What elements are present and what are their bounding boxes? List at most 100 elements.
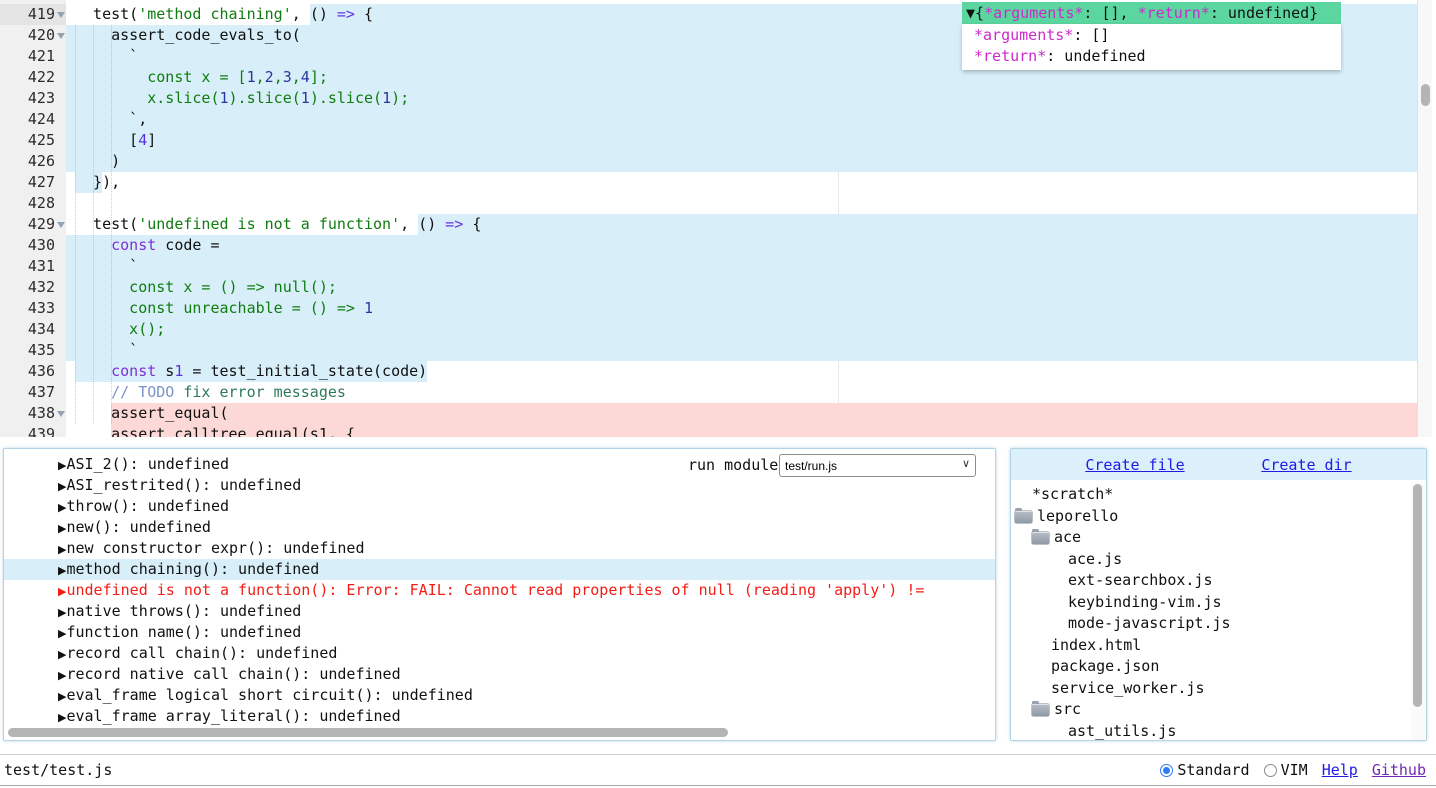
- code-token: fix error messages: [174, 382, 346, 403]
- gutter-line-number: 437: [0, 382, 66, 403]
- file-tree-scrollbar[interactable]: [1411, 482, 1425, 740]
- keybinding-mode-group: Standard VIM: [1160, 760, 1307, 781]
- console-log-entry[interactable]: ▶new constructor expr(): undefined: [4, 538, 995, 559]
- code-token: const x = [: [75, 67, 247, 88]
- file-tree-scrollbar-thumb[interactable]: [1413, 484, 1422, 707]
- mode-vim-radio[interactable]: VIM: [1264, 760, 1308, 781]
- create-dir-link[interactable]: Create dir: [1261, 456, 1351, 474]
- github-link[interactable]: Github: [1372, 760, 1426, 781]
- file-tree-item[interactable]: keybinding-vim.js: [1011, 592, 1426, 614]
- console-log-entry[interactable]: ▶eval_frame array_literal(): undefined: [4, 706, 995, 727]
- code-line: x.slice(1).slice(1).slice(1);: [66, 88, 1417, 109]
- code-token: *return*: [1138, 4, 1210, 22]
- code-token: *arguments*: [984, 4, 1083, 22]
- console-log-entry[interactable]: ▶method chaining(): undefined: [4, 559, 995, 580]
- file-name-label: ace: [1054, 527, 1081, 549]
- code-token: : undefined}: [1210, 4, 1318, 22]
- gutter-line-number: 421: [0, 46, 66, 67]
- code-token: code =: [156, 235, 219, 256]
- highlight-band: const s1 = test_initial_state(code): [75, 361, 427, 382]
- console-log-entry[interactable]: ▶native throws(): undefined: [4, 601, 995, 622]
- file-name-label: keybinding-vim.js: [1068, 592, 1222, 614]
- radio-selected-icon[interactable]: [1160, 764, 1173, 777]
- console-entry-text: new(): undefined: [66, 518, 211, 536]
- console-entry-text: function name(): undefined: [66, 623, 301, 641]
- code-token: );: [391, 88, 409, 109]
- code-line: const s1 = test_initial_state(code): [66, 361, 1417, 382]
- fold-arrow-icon[interactable]: [57, 33, 65, 39]
- file-tree-item[interactable]: ast_utils.js: [1011, 721, 1426, 742]
- file-tree-item[interactable]: ace.js: [1011, 549, 1426, 571]
- folder-icon: [1015, 511, 1032, 523]
- code-token: ,: [292, 67, 301, 88]
- editor-scrollbar-thumb[interactable]: [1421, 84, 1430, 106]
- code-line: test('undefined is not a function', () =…: [66, 214, 1417, 235]
- console-log-entry[interactable]: ▶eval_frame logical short circuit(): und…: [4, 685, 995, 706]
- folder-icon: [1032, 532, 1049, 544]
- code-token: [75, 403, 111, 424]
- gutter-line-number: 427: [0, 172, 66, 193]
- file-tree-item[interactable]: *scratch*: [1011, 484, 1426, 506]
- code-token: // TODO: [75, 382, 174, 403]
- console-scrollbar-thumb[interactable]: [8, 728, 728, 737]
- code-token: `,: [75, 109, 147, 130]
- radio-unselected-icon[interactable]: [1264, 764, 1277, 777]
- console-log-entry[interactable]: ▶record native call chain(): undefined: [4, 664, 995, 685]
- inspected-value-header[interactable]: ▼{*arguments*: [], *return*: undefined}: [962, 2, 1341, 24]
- code-token: 1: [364, 298, 373, 319]
- console-log-entry[interactable]: ▶function name(): undefined: [4, 622, 995, 643]
- help-link[interactable]: Help: [1322, 760, 1358, 781]
- inspected-value-body: *arguments*: []*return*: undefined: [962, 24, 1341, 70]
- fold-arrow-icon[interactable]: [57, 411, 65, 417]
- code-token: assert_equal(: [111, 404, 228, 422]
- file-name-label: leporello: [1037, 506, 1118, 528]
- file-tree-item[interactable]: package.json: [1011, 656, 1426, 678]
- file-tree-folder[interactable]: ace: [1011, 527, 1426, 549]
- console-log-entry[interactable]: ▶undefined is not a function(): Error: F…: [4, 580, 995, 601]
- code-token: test(: [75, 214, 138, 235]
- code-line: `: [66, 256, 1417, 277]
- gutter-line-number: 431: [0, 256, 66, 277]
- gutter-line-number: 428: [0, 193, 66, 214]
- folder-icon: [1032, 704, 1049, 716]
- code-token: [: [75, 130, 138, 151]
- console-entry-text: eval_frame array_literal(): undefined: [66, 707, 400, 725]
- value-inspector-tooltip: ▼{*arguments*: [], *return*: undefined} …: [962, 2, 1341, 70]
- file-tree-item[interactable]: ext-searchbox.js: [1011, 570, 1426, 592]
- console-entry-text: new constructor expr(): undefined: [66, 539, 364, 557]
- run-module-select[interactable]: test/run.js: [779, 454, 976, 477]
- file-tree-header: Create file Create dir: [1011, 449, 1426, 480]
- code-token: assert_calltree_equal(s1, {: [111, 425, 355, 437]
- editor-scrollbar[interactable]: [1417, 0, 1432, 437]
- file-tree-item[interactable]: index.html: [1011, 635, 1426, 657]
- code-token: [75, 424, 111, 437]
- console-log-entry[interactable]: ▶throw(): undefined: [4, 496, 995, 517]
- code-line: `,: [66, 109, 1417, 130]
- code-token: 'undefined is not a function': [138, 214, 400, 235]
- file-tree-folder[interactable]: src: [1011, 699, 1426, 721]
- fold-arrow-icon[interactable]: [57, 12, 65, 18]
- console-log-entry[interactable]: ▶ASI_restrited(): undefined: [4, 475, 995, 496]
- code-line: assert_equal(: [66, 403, 1417, 424]
- mode-standard-radio[interactable]: Standard: [1160, 760, 1249, 781]
- code-line: const x = () => null();: [66, 277, 1417, 298]
- code-token: 1: [220, 88, 229, 109]
- fold-arrow-icon[interactable]: [57, 222, 65, 228]
- mode-vim-label: VIM: [1281, 760, 1308, 781]
- console-log-entry[interactable]: ▶record call chain(): undefined: [4, 643, 995, 664]
- file-tree-item[interactable]: service_worker.js: [1011, 678, 1426, 700]
- code-token: {: [355, 5, 373, 23]
- status-bar: test/test.js Standard VIM Help Github: [0, 754, 1436, 786]
- code-token: ]: [147, 130, 156, 151]
- file-tree-item[interactable]: mode-javascript.js: [1011, 613, 1426, 635]
- code-token: `: [75, 340, 138, 361]
- console-horizontal-scrollbar[interactable]: [4, 727, 995, 739]
- mode-standard-label: Standard: [1177, 760, 1249, 781]
- file-tree-folder[interactable]: leporello: [1011, 506, 1426, 528]
- create-file-link[interactable]: Create file: [1085, 456, 1184, 474]
- code-token: ,: [256, 67, 265, 88]
- code-token: : []: [1073, 26, 1109, 44]
- console-log-entry[interactable]: ▶new(): undefined: [4, 517, 995, 538]
- code-line: x();: [66, 319, 1417, 340]
- code-editor[interactable]: 4194204214224234244254264274284294304314…: [0, 0, 1436, 437]
